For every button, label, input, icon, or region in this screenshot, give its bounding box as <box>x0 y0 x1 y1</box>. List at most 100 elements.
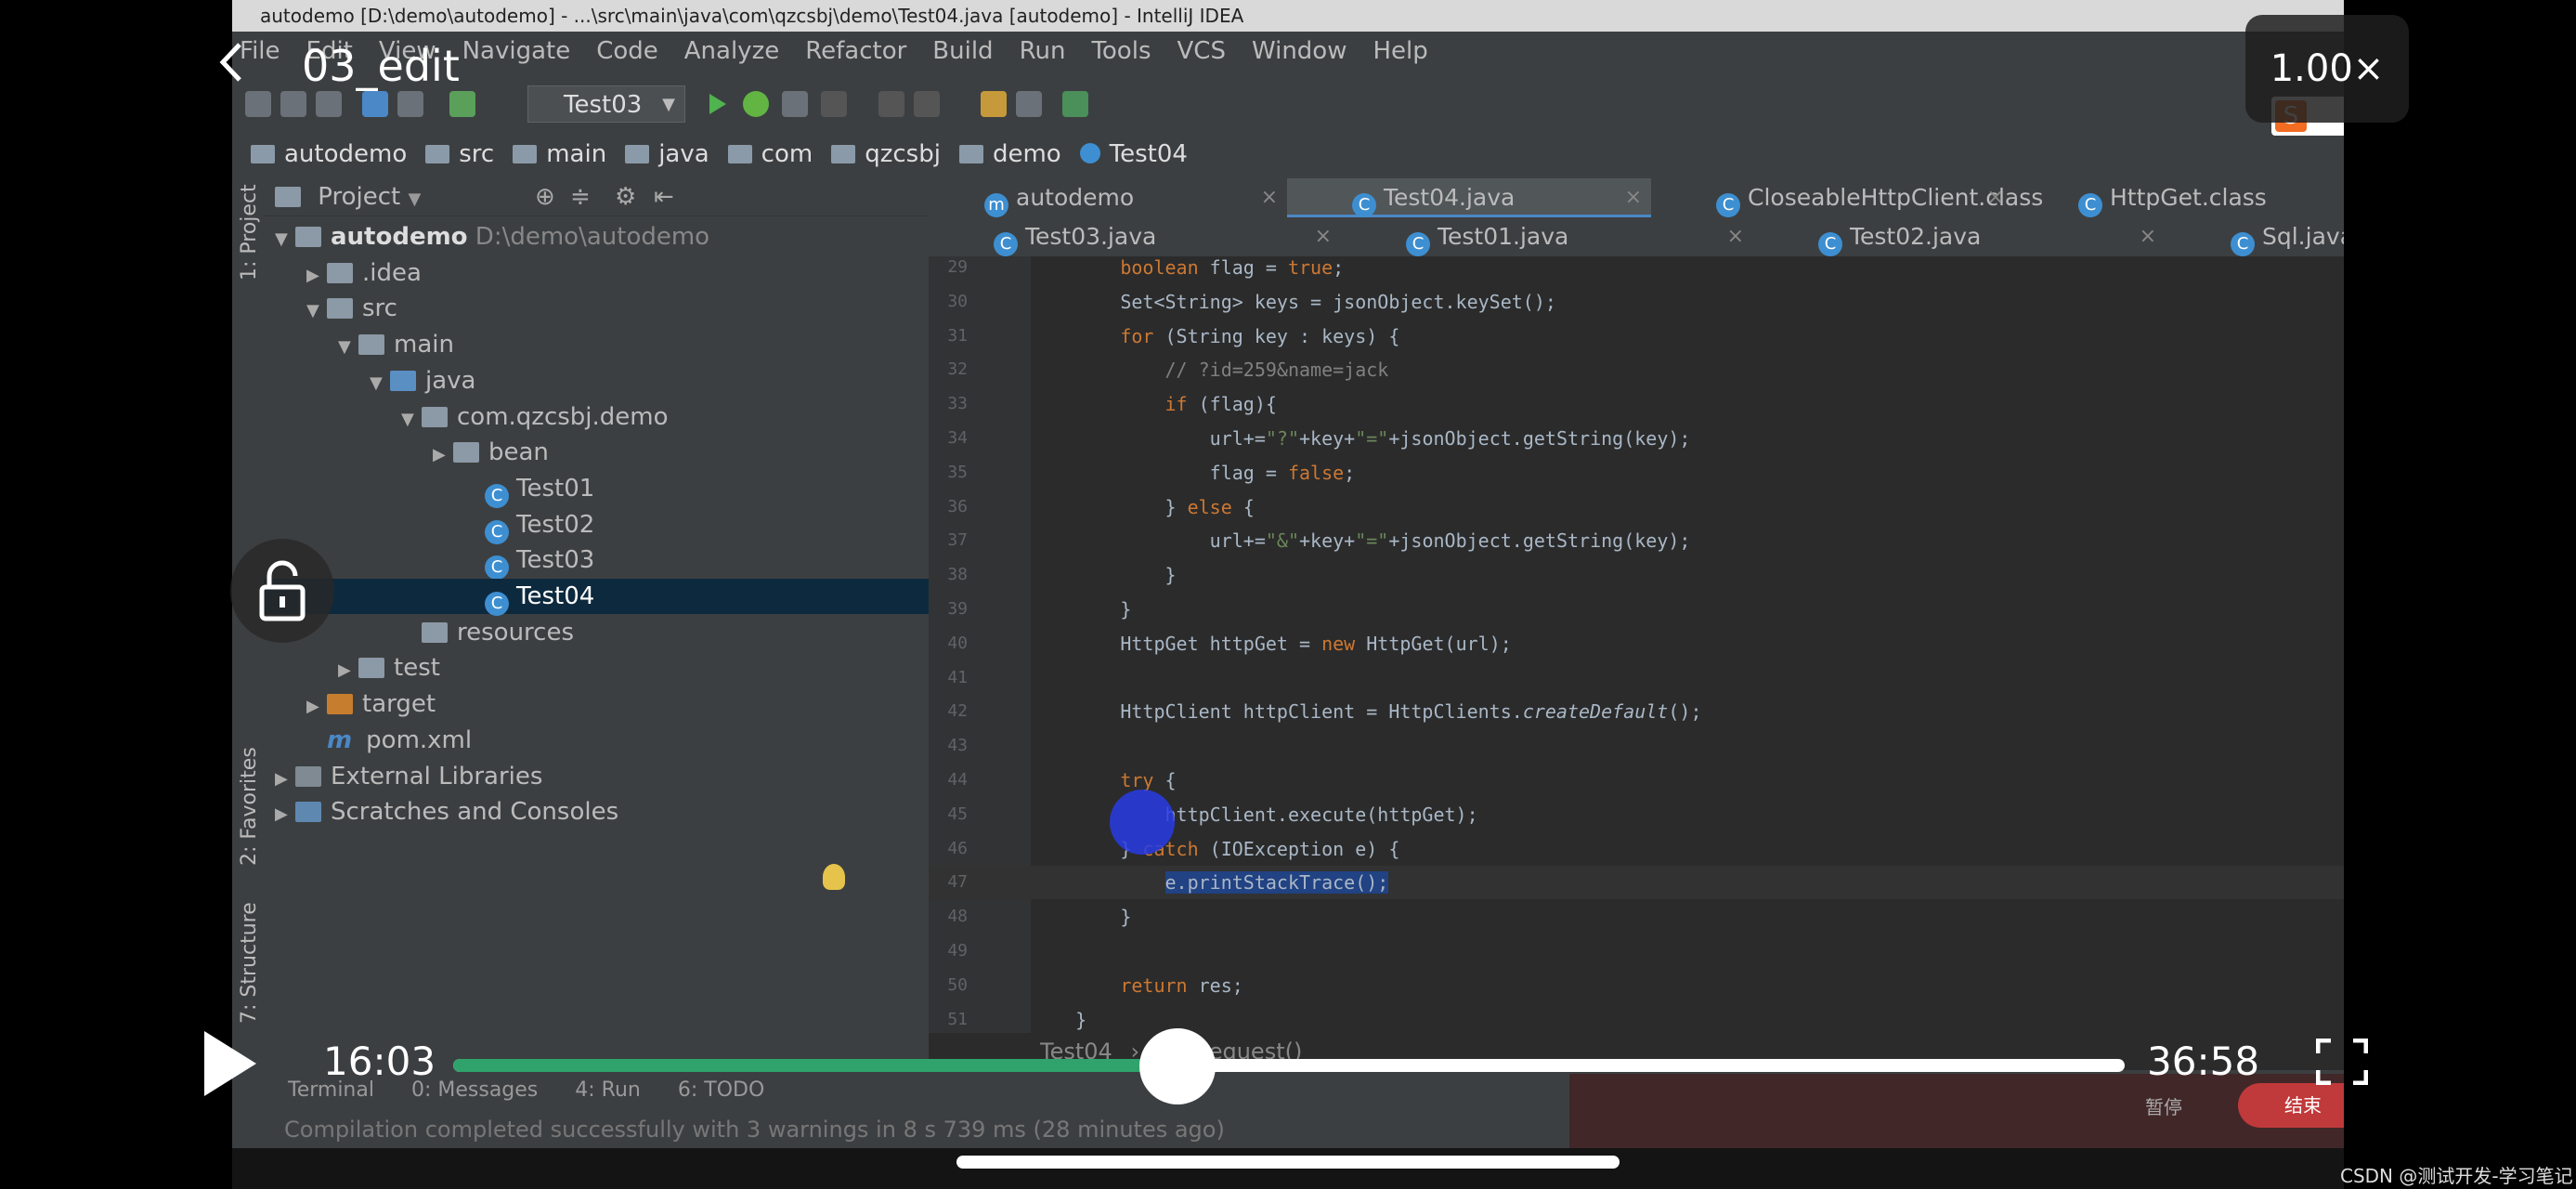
editor-tab[interactable]: C Test04.java × <box>1287 178 1651 217</box>
coverage-icon[interactable] <box>782 91 808 117</box>
tool-window-favorites[interactable]: 2: Favorites <box>238 747 261 866</box>
code-line[interactable]: 36 } else { <box>929 490 2344 524</box>
editor-tab[interactable]: m autodemo × <box>929 178 1287 217</box>
menu-refactor[interactable]: Refactor <box>805 37 906 65</box>
menu-navigate[interactable]: Navigate <box>462 37 571 65</box>
code-line[interactable]: 47 e.printStackTrace(); <box>929 866 2344 900</box>
tree-node[interactable]: ▶ Scratches and Consoles <box>264 794 929 830</box>
project-panel-title[interactable]: Project <box>318 183 400 211</box>
menu-code[interactable]: Code <box>596 37 658 65</box>
playback-speed-button[interactable]: 1.00× <box>2245 15 2409 123</box>
gear-icon[interactable]: ⚙ <box>615 178 636 216</box>
code-line[interactable]: 43 <box>929 729 2344 763</box>
tree-node[interactable]: C Test01 <box>264 471 929 508</box>
run-icon[interactable] <box>704 91 730 117</box>
tool-window-structure[interactable]: 7: Structure <box>238 902 261 1024</box>
tree-node[interactable]: ▼ java <box>264 363 929 399</box>
breadcrumb-item[interactable]: java <box>625 132 709 176</box>
tree-node[interactable]: ▶ target <box>264 686 929 722</box>
editor-tab[interactable]: C Test02.java × <box>1753 217 2166 256</box>
breadcrumb-item[interactable]: Test04 <box>1079 132 1188 176</box>
code-line[interactable]: 35 flag = false; <box>929 456 2344 490</box>
editor-tab[interactable]: C CloseableHttpClient.class × <box>1651 178 2043 217</box>
tree-node[interactable]: ▶ bean <box>264 435 929 470</box>
tree-node[interactable]: ▶ .idea <box>264 255 929 291</box>
code-line[interactable]: 30 Set<String> keys = jsonObject.keySet(… <box>929 285 2344 319</box>
project-structure-icon[interactable] <box>1016 91 1042 117</box>
code-line[interactable]: 48 } <box>929 900 2344 934</box>
hide-icon[interactable]: ⇤ <box>654 178 674 216</box>
breadcrumb-item[interactable]: com <box>727 132 813 176</box>
code-line[interactable]: 42 HttpClient httpClient = HttpClients.c… <box>929 695 2344 728</box>
collapsed-arrow-icon[interactable]: ▶ <box>338 653 358 688</box>
editor-tab[interactable]: CSql.java× <box>2166 217 2344 256</box>
close-icon[interactable]: × <box>1987 178 2004 217</box>
vcs-commit-icon[interactable] <box>914 91 940 117</box>
expanded-arrow-icon[interactable]: ▼ <box>401 402 422 438</box>
collapsed-arrow-icon[interactable]: ▶ <box>306 689 327 725</box>
target-icon[interactable]: ⊕ <box>535 178 555 216</box>
tree-node[interactable]: ▶ test <box>264 650 929 686</box>
breadcrumb-item[interactable]: autodemo <box>251 132 407 176</box>
back-icon[interactable] <box>215 41 247 82</box>
code-line[interactable]: 33 if (flag){ <box>929 387 2344 421</box>
code-line[interactable]: 31 for (String key : keys) { <box>929 320 2344 353</box>
menu-vcs[interactable]: VCS <box>1177 37 1226 65</box>
expanded-arrow-icon[interactable]: ▼ <box>306 294 327 329</box>
run-config-select[interactable]: Test03 ▼ <box>527 85 685 123</box>
code-line[interactable]: 51 } <box>929 1003 2344 1033</box>
db-icon[interactable] <box>1062 91 1088 117</box>
close-icon[interactable]: × <box>2140 217 2156 256</box>
collapsed-arrow-icon[interactable]: ▶ <box>275 797 295 832</box>
code-line[interactable]: 49 <box>929 934 2344 968</box>
close-icon[interactable]: × <box>1727 217 1744 256</box>
home-indicator[interactable] <box>956 1156 1620 1169</box>
tree-node[interactable]: ▶ External Libraries <box>264 759 929 794</box>
settings-icon[interactable] <box>981 91 1007 117</box>
menu-run[interactable]: Run <box>1020 37 1066 65</box>
breadcrumb-item[interactable]: src <box>425 132 494 176</box>
build-icon[interactable] <box>449 91 475 117</box>
breadcrumb-item[interactable]: main <box>513 132 606 176</box>
debug-icon[interactable] <box>743 91 769 117</box>
code-line[interactable]: 39 } <box>929 593 2344 626</box>
lightbulb-icon[interactable] <box>823 864 845 890</box>
tree-node[interactable]: C Test04 <box>264 579 929 616</box>
bottom-tool-4-run[interactable]: 4: Run <box>575 1078 641 1102</box>
play-icon[interactable] <box>201 1029 258 1102</box>
expanded-arrow-icon[interactable]: ▼ <box>338 330 358 365</box>
code-line[interactable]: 41 <box>929 661 2344 695</box>
tree-node[interactable]: m pom.xml <box>264 723 929 758</box>
bottom-tool-6-todo[interactable]: 6: TODO <box>678 1078 764 1102</box>
save-icon[interactable] <box>280 91 306 117</box>
expanded-arrow-icon[interactable]: ▼ <box>275 222 295 257</box>
tool-window-project[interactable]: 1: Project <box>238 184 261 281</box>
editor-tab[interactable]: C Test01.java × <box>1341 217 1753 256</box>
breadcrumb-item[interactable]: qzcsbj <box>831 132 941 176</box>
close-icon[interactable]: × <box>1315 217 1332 256</box>
menu-build[interactable]: Build <box>932 37 993 65</box>
end-recording-button[interactable]: 结束 <box>2238 1083 2344 1128</box>
collapsed-arrow-icon[interactable]: ▶ <box>275 762 295 797</box>
tree-node[interactable]: ▼ com.qzcsbj.demo <box>264 399 929 435</box>
chevron-down-icon[interactable]: ▼ <box>409 189 422 209</box>
tree-node[interactable]: C Test02 <box>264 507 929 544</box>
collapsed-arrow-icon[interactable]: ▶ <box>306 258 327 294</box>
code-line[interactable]: 50 return res; <box>929 969 2344 1002</box>
menu-window[interactable]: Window <box>1252 37 1347 65</box>
tree-node[interactable]: ▼ src <box>264 291 929 326</box>
collapse-icon[interactable]: ≑ <box>570 178 591 216</box>
open-icon[interactable] <box>245 91 271 117</box>
pause-label[interactable]: 暂停 <box>2145 1092 2182 1119</box>
back-icon[interactable] <box>362 91 388 117</box>
code-editor[interactable]: 29 boolean flag = true; 30 Set<String> ke… <box>929 256 2344 1033</box>
editor-tab[interactable]: C Test03.java × <box>929 217 1341 256</box>
code-line[interactable]: 29 boolean flag = true; <box>929 256 2344 284</box>
fullscreen-icon[interactable] <box>2315 1038 2369 1086</box>
vcs-update-icon[interactable] <box>878 91 904 117</box>
tree-node[interactable]: C Test03 <box>264 542 929 581</box>
code-line[interactable]: 38 } <box>929 558 2344 592</box>
menu-analyze[interactable]: Analyze <box>684 37 779 65</box>
seek-bar-handle[interactable] <box>1139 1028 1216 1104</box>
lock-icon[interactable] <box>230 539 334 643</box>
